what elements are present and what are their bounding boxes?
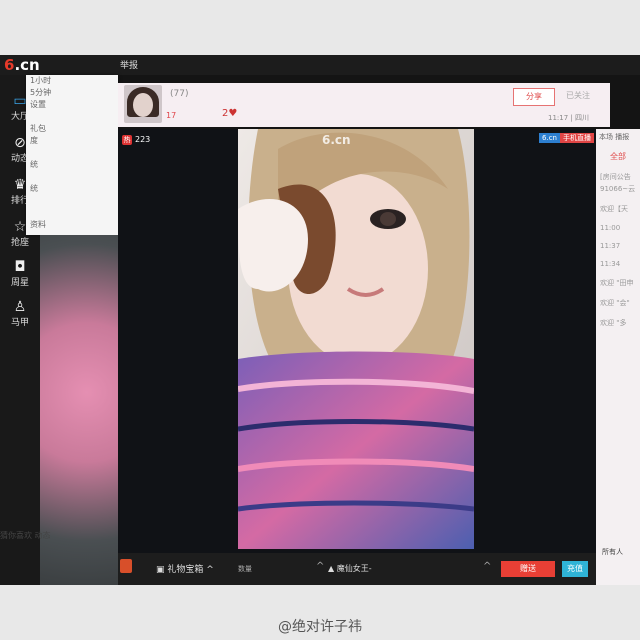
gift-box-button[interactable]: ▣ 礼物宝箱 ^ (156, 562, 214, 575)
nav-item-weekly-star[interactable]: ◘ 周星 (0, 259, 40, 288)
report-link[interactable]: 举报 (120, 58, 138, 71)
chat-message: 欢迎 "会" (600, 299, 630, 307)
tab-all[interactable]: 全部 (596, 151, 640, 162)
menu-item[interactable] (26, 111, 118, 123)
menu-item[interactable] (26, 171, 118, 183)
bottom-toolbar: ▣ 礼物宝箱 ^ 数量 ^ ▲ 魔仙女王- ^ 赠送 充值 (118, 553, 596, 585)
menu-item[interactable] (26, 195, 118, 207)
guess-you-like[interactable]: 猜你喜欢 动态 (0, 530, 51, 541)
gift-icon[interactable] (120, 559, 132, 573)
follow-button[interactable]: 已关注 (558, 88, 598, 104)
menu-item[interactable]: 资料 (26, 219, 118, 231)
chat-message: 11:37 (600, 242, 621, 250)
chat-message: 11:00 (600, 224, 621, 232)
menu-item[interactable]: 统 (26, 159, 118, 171)
room-header: (77) 17 2♥ 分享 已关注 11:17 | 四川 (118, 83, 610, 127)
chevron-up-icon[interactable]: ^ (483, 561, 491, 572)
room-notice: [房间公告 (600, 173, 631, 181)
vest-icon: ♙ (13, 299, 27, 315)
chat-message: 欢迎 "多 (600, 319, 627, 327)
send-gift-button[interactable]: 赠送 (501, 561, 555, 577)
app-window: 6.cn 举报 ▭ 大厅 ⊘ 动态 ♛ 排行 ☆ 抢座 ◘ 周星 ♙ 马甲 1小… (0, 55, 640, 585)
anchor-level: 17 (166, 111, 177, 120)
user-icon: ▲ (328, 564, 337, 573)
dropdown-menu: 1小时 5分钟 设置 礼包 度 统 统 资料 (26, 75, 118, 235)
chat-panel: 本场 播报 全部 [房间公告 91066~云 欢迎【天 11:00 11:37 … (596, 129, 640, 585)
anchor-name: (77) (170, 89, 189, 99)
weibo-watermark: @绝对许子祎 (278, 619, 362, 635)
recipient-select[interactable]: 所有人 (602, 547, 623, 557)
share-button[interactable]: 分享 (513, 88, 555, 106)
top-bar: 6.cn 举报 (0, 55, 640, 75)
menu-item[interactable] (26, 207, 118, 219)
member-select[interactable]: ▲ 魔仙女王- (328, 563, 372, 574)
background-image (40, 235, 118, 585)
fire-icon: 热 (122, 135, 132, 145)
menu-item[interactable]: 1小时 (26, 75, 118, 87)
video-watermark: 6.cn (322, 133, 351, 147)
menu-item[interactable]: 礼包 (26, 123, 118, 135)
live-stream-video (238, 129, 474, 549)
site-logo[interactable]: 6.cn (4, 56, 40, 74)
anchor-avatar[interactable] (124, 85, 162, 123)
menu-item[interactable]: 统 (26, 183, 118, 195)
chevron-up-icon[interactable]: ^ (316, 561, 324, 572)
menu-item[interactable] (26, 147, 118, 159)
quantity-field[interactable]: 数量 (238, 564, 252, 574)
video-stage[interactable]: 热 223 6.cn 手机直播 6.cn (118, 129, 596, 553)
bag-icon: ◘ (14, 259, 26, 275)
room-tag: 6.cn 手机直播 (539, 133, 594, 143)
chest-icon: ▣ (156, 565, 168, 575)
time-location: 11:17 | 四川 (548, 114, 589, 122)
chat-message: 欢迎 "田申 (600, 279, 634, 287)
recharge-button[interactable]: 充值 (562, 561, 588, 577)
menu-item[interactable]: 度 (26, 135, 118, 147)
chat-message: 欢迎【天 (600, 205, 628, 213)
nav-item-vest[interactable]: ♙ 马甲 (0, 299, 40, 328)
portrait-image (238, 129, 474, 549)
room-id: 91066~云 (600, 185, 636, 193)
menu-item[interactable]: 设置 (26, 99, 118, 111)
hearts-count: 2♥ (222, 108, 238, 119)
viewer-count: 热 223 (122, 135, 151, 145)
menu-item[interactable]: 5分钟 (26, 87, 118, 99)
tab-broadcast[interactable]: 本场 播报 (596, 129, 640, 145)
chat-message: 11:34 (600, 260, 621, 268)
